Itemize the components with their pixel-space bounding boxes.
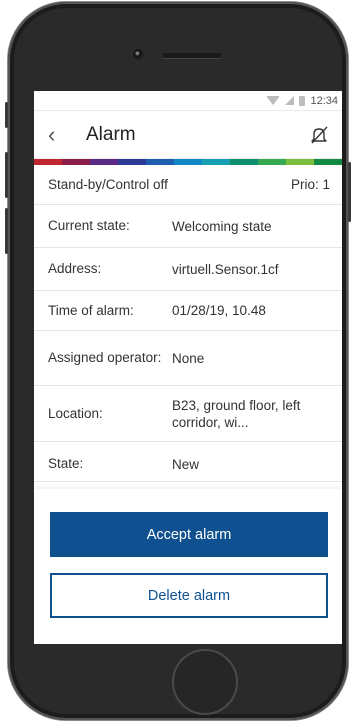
- detail-label: Current state:: [48, 218, 130, 233]
- color-strip-segment: [34, 159, 62, 165]
- brand-color-strip: [34, 159, 342, 165]
- detail-value: B23, ground floor, left corridor, wi...: [172, 397, 301, 430]
- home-button[interactable]: [172, 649, 238, 715]
- status-bar: 12:34: [34, 91, 342, 111]
- accept-alarm-button[interactable]: Accept alarm: [50, 512, 328, 557]
- color-strip-segment: [174, 159, 202, 165]
- color-strip-segment: [146, 159, 174, 165]
- color-strip-segment: [118, 159, 146, 165]
- detail-value: Welcoming state: [172, 218, 272, 234]
- alarm-summary-row: Stand-by/Control off Prio: 1: [34, 165, 342, 205]
- detail-value: virtuell.Sensor.1cf: [172, 261, 279, 277]
- detail-label: Time of alarm:: [48, 302, 134, 318]
- delete-alarm-button[interactable]: Delete alarm: [50, 573, 328, 618]
- detail-label: Location:: [48, 405, 103, 421]
- detail-value: None: [172, 350, 205, 366]
- color-strip-segment: [258, 159, 286, 165]
- color-strip-segment: [230, 159, 258, 165]
- app-header: ‹ Alarm: [34, 111, 342, 159]
- page-title: Alarm: [86, 123, 136, 145]
- color-strip-segment: [202, 159, 230, 165]
- color-strip-segment: [90, 159, 118, 165]
- volume-down-button: [5, 208, 8, 254]
- wifi-icon: [266, 96, 281, 105]
- detail-row-assigned-operator: Assigned operator: None: [34, 331, 342, 386]
- color-strip-segment: [62, 159, 90, 165]
- action-footer: Accept alarm Delete alarm: [34, 489, 342, 644]
- phone-screen: 12:34 ‹ Alarm Stand-by/Control off Prio:…: [34, 91, 342, 644]
- earpiece-speaker: [162, 53, 222, 58]
- volume-up-button: [5, 152, 8, 198]
- detail-value: New: [172, 457, 200, 472]
- color-strip-segment: [286, 159, 314, 165]
- detail-row-location: Location: B23, ground floor, left corrid…: [34, 386, 342, 442]
- detail-row-time-of-alarm: Time of alarm: 01/28/19, 10.48: [34, 291, 342, 331]
- power-button: [348, 162, 351, 222]
- battery-icon: [299, 95, 306, 106]
- detail-label: Assigned operator:: [48, 350, 162, 365]
- signal-icon: [285, 96, 295, 105]
- color-strip-segment: [314, 159, 342, 165]
- silent-switch: [5, 102, 8, 128]
- detail-row-state: State: New: [34, 442, 342, 482]
- mute-icon[interactable]: [308, 124, 330, 146]
- detail-row-address: Address: virtuell.Sensor.1cf: [34, 248, 342, 291]
- alarm-type: Stand-by/Control off: [48, 177, 168, 192]
- chevron-left-icon[interactable]: ‹: [48, 123, 78, 146]
- detail-label: State:: [48, 456, 84, 471]
- detail-row-current-state: Current state: Welcoming state: [34, 205, 342, 248]
- status-time: 12:34: [310, 94, 338, 107]
- priority-badge: Prio: 1: [290, 177, 330, 192]
- mute-icon-graphic: [311, 126, 328, 143]
- detail-label: Address:: [48, 261, 102, 276]
- detail-value: 01/28/19, 10.48: [172, 303, 266, 318]
- front-camera: [133, 49, 144, 60]
